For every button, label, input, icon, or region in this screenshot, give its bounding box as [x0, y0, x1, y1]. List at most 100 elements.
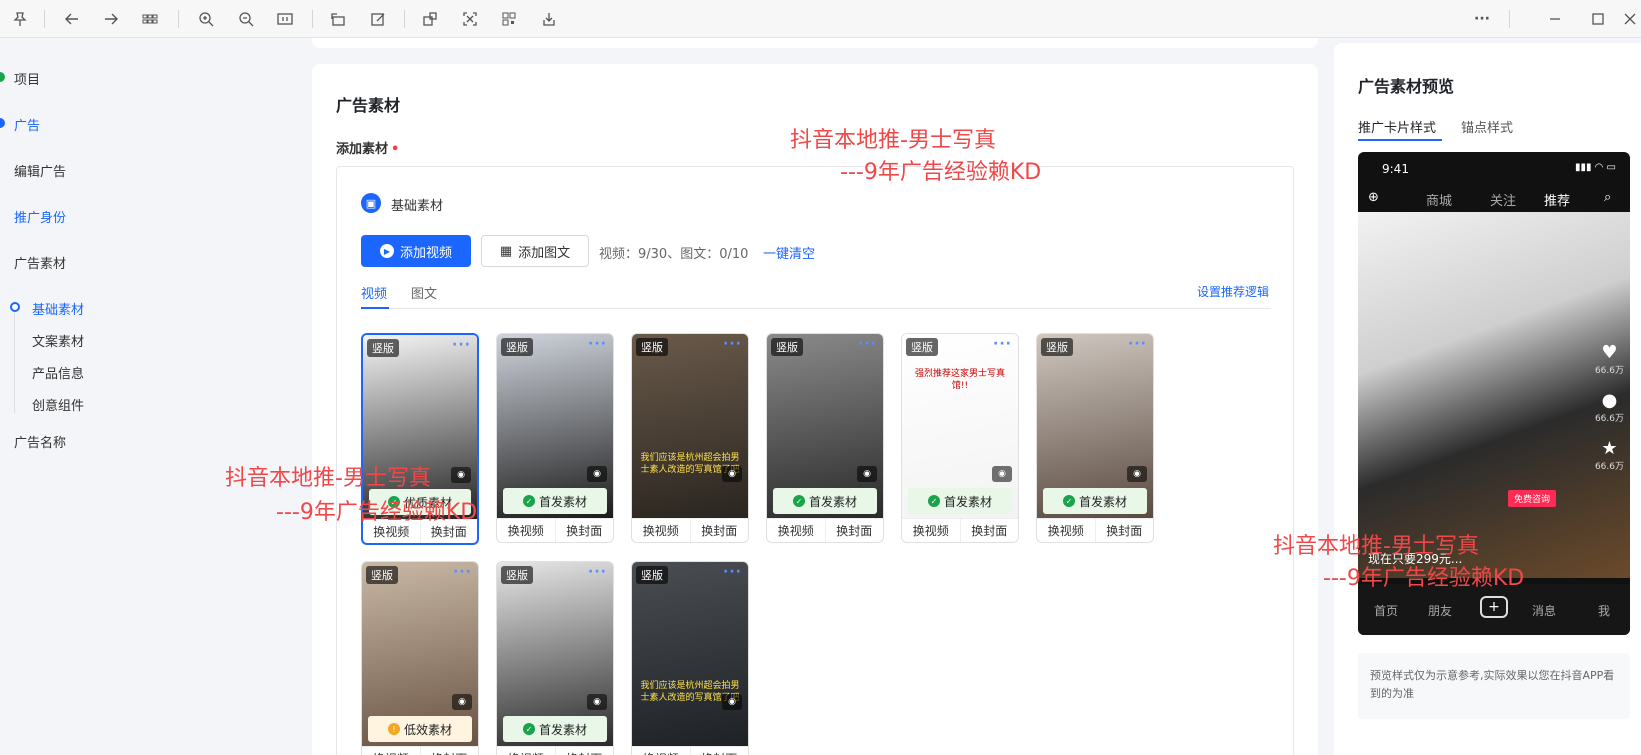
fit-width-icon[interactable]: [275, 9, 295, 29]
preview-eye-icon[interactable]: ◉: [722, 694, 742, 710]
qr-icon[interactable]: [499, 9, 519, 29]
replace-video-button[interactable]: 换视频: [632, 519, 690, 542]
replace-video-button[interactable]: 换视频: [497, 519, 555, 542]
more-icon[interactable]: ···: [1472, 9, 1492, 29]
zoom-out-icon[interactable]: [236, 9, 256, 29]
replace-cover-button[interactable]: 换封面: [554, 747, 614, 755]
sidebar-item-ad-material[interactable]: 广告素材: [14, 253, 66, 272]
sidebar-item-promo-identity[interactable]: 推广身份: [14, 207, 66, 226]
replace-cover-button[interactable]: 换封面: [689, 747, 749, 755]
thumbnail-actions: 换视频换封面: [632, 746, 748, 755]
replace-video-button[interactable]: 换视频: [632, 747, 690, 755]
preview-panel: 广告素材预览 推广卡片样式 锚点样式 9:41 ▮▮▮ ◠ ▭ ⊕ 商城 关注 …: [1334, 43, 1641, 755]
preview-eye-icon[interactable]: ◉: [587, 466, 607, 482]
rotate-icon[interactable]: [328, 9, 348, 29]
sidebar: 项目 广告 编辑广告 推广身份 广告素材 基础素材 文案素材 产品信息 创意组件…: [0, 38, 160, 755]
sidebar-item-ad[interactable]: 广告: [14, 115, 40, 134]
replace-video-button[interactable]: 换视频: [902, 519, 960, 542]
material-thumbnail[interactable]: 竖版 ··· ◉ ✓首发素材换视频换封面: [1036, 333, 1154, 543]
screenshot-icon[interactable]: [460, 9, 480, 29]
replace-cover-button[interactable]: 换封面: [824, 519, 884, 542]
toolbar-divider: [44, 10, 45, 28]
replace-video-button[interactable]: 换视频: [497, 747, 555, 755]
grid-icon[interactable]: [140, 9, 160, 29]
thumbnail-actions: 换视频换封面: [497, 518, 613, 542]
material-thumbnail[interactable]: 竖版 ··· ◉ ✓首发素材换视频换封面: [496, 561, 614, 755]
thumbnail-caption: 强烈推荐这家男士写真馆!!: [914, 369, 1005, 391]
close-icon[interactable]: [1620, 9, 1640, 29]
add-video-button[interactable]: ▶ 添加视频: [361, 235, 471, 267]
preview-eye-icon[interactable]: ◉: [587, 694, 607, 710]
watermark-line1: 抖音本地推-男士写真: [1273, 534, 1479, 559]
replace-cover-button[interactable]: 换封面: [689, 519, 749, 542]
sidebar-item-project[interactable]: 项目: [14, 69, 40, 88]
replace-cover-button[interactable]: 换封面: [554, 519, 614, 542]
preview-eye-icon[interactable]: ◉: [451, 467, 471, 483]
sidebar-subitem-creative-component[interactable]: 创意组件: [32, 395, 84, 414]
more-icon[interactable]: ···: [993, 336, 1012, 352]
more-icon[interactable]: ···: [588, 564, 607, 580]
more-icon[interactable]: ···: [1128, 336, 1147, 352]
phone-nav-recommend: 推荐: [1544, 194, 1571, 209]
replace-cover-button[interactable]: 换封面: [1094, 519, 1154, 542]
more-icon[interactable]: ···: [452, 337, 471, 353]
sidebar-subitem-product-info[interactable]: 产品信息: [32, 363, 84, 382]
pin-icon[interactable]: [10, 9, 30, 29]
thumbnail-actions: 换视频换封面: [362, 746, 478, 755]
tab-anchor-style[interactable]: 锚点样式: [1461, 117, 1513, 136]
thumbnail-actions: 换视频换封面: [902, 518, 1018, 542]
check-icon: ✓: [522, 495, 535, 507]
thumbnail-image: 竖版 ··· 我们应该是杭州超会拍男士素人改造的写真馆了吧 ◉: [632, 334, 748, 518]
tab-image-text[interactable]: 图文: [411, 283, 437, 302]
replace-video-button[interactable]: 换视频: [767, 519, 825, 542]
material-thumbnail[interactable]: 竖版···我们应该是杭州超会拍男士素人改造的写真馆了吧◉换视频换封面: [631, 561, 749, 755]
sidebar-item-edit-ad[interactable]: 编辑广告: [14, 161, 66, 180]
add-image-button[interactable]: ▦ 添加图文: [481, 235, 589, 267]
phone-nav-follow: 关注: [1490, 194, 1517, 209]
material-status-tag: ✓ 首发素材: [1043, 488, 1147, 514]
step-complete-dot: [0, 72, 5, 82]
minimize-icon[interactable]: [1545, 9, 1565, 29]
orientation-badge: 竖版: [1041, 338, 1073, 356]
material-thumbnail[interactable]: 竖版 ··· ◉ ✓首发素材换视频换封面: [496, 333, 614, 543]
recommend-logic-link[interactable]: 设置推荐逻辑: [1197, 283, 1269, 300]
crop-icon[interactable]: [420, 9, 440, 29]
back-icon[interactable]: [62, 9, 82, 29]
clear-all-link[interactable]: 一键清空: [763, 243, 815, 262]
zoom-in-icon[interactable]: [196, 9, 216, 29]
forward-icon[interactable]: [101, 9, 121, 29]
tab-indicator: [361, 307, 389, 309]
tab-card-style[interactable]: 推广卡片样式: [1358, 117, 1436, 136]
material-thumbnail[interactable]: 竖版 ··· 强烈推荐这家男士写真馆!! ◉ ✓ 首发素材 换视频 换封面: [901, 333, 1019, 543]
material-thumbnail[interactable]: 竖版···◉!低效素材换视频换封面: [361, 561, 479, 755]
tab-video[interactable]: 视频: [361, 283, 387, 302]
download-icon[interactable]: [539, 9, 559, 29]
preview-eye-icon[interactable]: ◉: [452, 694, 472, 710]
thumbnail-image: 竖版 ··· ◉! 低效素材: [362, 562, 478, 746]
edit-icon[interactable]: [368, 9, 388, 29]
preview-eye-icon[interactable]: ◉: [992, 466, 1012, 482]
replace-video-button[interactable]: 换视频: [362, 747, 420, 755]
toolbar-divider: [312, 10, 313, 28]
preview-tab-indicator: [1358, 139, 1442, 141]
sidebar-subitem-copy-material[interactable]: 文案素材: [32, 331, 84, 350]
material-thumbnail[interactable]: 竖版···我们应该是杭州超会拍男士素人改造的写真馆了吧◉换视频换封面: [631, 333, 749, 543]
preview-eye-icon[interactable]: ◉: [1127, 466, 1147, 482]
orientation-badge: 竖版: [636, 338, 668, 356]
maximize-icon[interactable]: [1588, 9, 1608, 29]
replace-video-button[interactable]: 换视频: [1037, 519, 1095, 542]
sidebar-current-marker: [10, 302, 20, 312]
more-icon[interactable]: ···: [588, 336, 607, 352]
sidebar-item-ad-name[interactable]: 广告名称: [14, 432, 66, 451]
more-icon[interactable]: ···: [723, 564, 742, 580]
material-thumbnail[interactable]: 竖版 ··· ◉ ✓首发素材换视频换封面: [766, 333, 884, 543]
more-icon[interactable]: ···: [858, 336, 877, 352]
more-icon[interactable]: ···: [453, 564, 472, 580]
preview-eye-icon[interactable]: ◉: [857, 466, 877, 482]
more-icon[interactable]: ···: [723, 336, 742, 352]
replace-cover-button[interactable]: 换封面: [419, 747, 479, 755]
material-status-tag: ! 低效素材: [368, 716, 472, 742]
sidebar-subitem-base-material[interactable]: 基础素材: [32, 299, 84, 318]
replace-cover-button[interactable]: 换封面: [959, 519, 1019, 542]
preview-eye-icon[interactable]: ◉: [722, 466, 742, 482]
